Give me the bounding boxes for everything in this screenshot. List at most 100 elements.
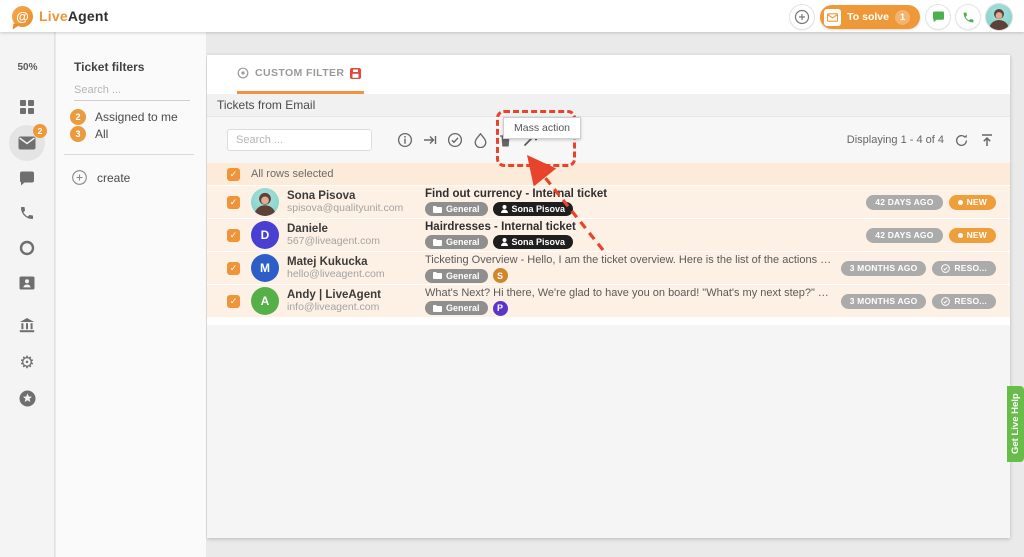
calls-button[interactable] xyxy=(956,5,980,29)
filter-settings-icon xyxy=(237,67,249,79)
row-checkbox[interactable] xyxy=(227,229,240,242)
age-badge: 42 DAYS AGO xyxy=(866,195,942,210)
panel-title: Ticket filters xyxy=(74,60,144,74)
to-solve-count: 1 xyxy=(895,10,910,25)
get-live-help-button[interactable]: Get Live Help xyxy=(1007,386,1024,462)
header-actions: To solve 1 xyxy=(790,4,1012,30)
active-tab-underline xyxy=(237,91,364,94)
to-solve-button[interactable]: To solve 1 xyxy=(820,5,920,29)
row-checkbox[interactable] xyxy=(227,295,240,308)
contact-email: hello@liveagent.com xyxy=(287,268,405,280)
dashboard-icon xyxy=(19,99,35,115)
sidebar-item-upgrade[interactable] xyxy=(9,380,45,416)
filters-search-input[interactable] xyxy=(74,80,190,101)
ticket-content: Find out currency - Internal ticket Gene… xyxy=(425,188,858,216)
contact-email: spisova@qualityunit.com xyxy=(287,202,405,214)
star-circle-icon xyxy=(19,390,36,407)
filter-count-badge: 2 xyxy=(70,109,86,125)
user-avatar[interactable] xyxy=(986,4,1012,30)
department-tag[interactable]: General xyxy=(425,235,488,249)
ticket-tags: General P xyxy=(425,301,833,316)
sidebar-item-calls[interactable] xyxy=(9,195,45,231)
status-badge: NEW xyxy=(949,228,996,243)
contact-info: Andy | LiveAgent info@liveagent.com xyxy=(287,289,405,313)
envelope-icon xyxy=(824,9,841,26)
selection-bar: All rows selected xyxy=(207,163,1010,186)
filter-item-all[interactable]: 3 All xyxy=(70,126,108,142)
resolve-icon xyxy=(447,132,463,148)
add-circle-icon xyxy=(794,9,810,25)
ticket-tags: General Sona Pisova xyxy=(425,202,858,216)
logo-text: LiveAgent xyxy=(39,8,109,24)
ticket-tags: General Sona Pisova xyxy=(425,235,858,249)
mail-icon xyxy=(18,136,36,150)
top-header: @ LiveAgent To solve 1 xyxy=(0,0,1024,32)
ticket-badges: 3 MONTHS AGO RESO... xyxy=(841,261,1010,276)
agent-avatar[interactable]: S xyxy=(493,268,508,283)
add-button[interactable] xyxy=(790,5,814,29)
sidebar-item-online-visitors[interactable] xyxy=(9,230,45,266)
select-all-checkbox[interactable] xyxy=(227,168,240,181)
ticket-row[interactable]: Sona Pisova spisova@qualityunit.com Find… xyxy=(207,186,1010,219)
agent-tag[interactable]: Sona Pisova xyxy=(493,235,574,249)
spam-button[interactable] xyxy=(471,131,489,149)
sidebar-item-tickets[interactable]: 2 xyxy=(9,125,45,161)
tab-label: CUSTOM FILTER xyxy=(255,67,344,79)
department-tag[interactable]: General xyxy=(425,269,488,283)
contact-info: Matej Kukucka hello@liveagent.com xyxy=(287,256,405,280)
liveagent-logo[interactable]: @ LiveAgent xyxy=(12,6,109,27)
ticket-row[interactable]: D Daniele 567@liveagent.com Hairdresses … xyxy=(207,219,1010,252)
sidebar-item-contacts[interactable] xyxy=(9,265,45,301)
sidebar-item-settings[interactable]: ⚙ xyxy=(9,344,45,380)
chats-button[interactable] xyxy=(926,5,950,29)
mail-badge: 2 xyxy=(33,124,47,138)
folder-icon xyxy=(433,305,442,312)
avatar-photo-icon xyxy=(986,4,1012,30)
contact-name: Sona Pisova xyxy=(287,190,405,202)
export-button[interactable] xyxy=(978,131,996,149)
sidebar-item-dashboard[interactable] xyxy=(9,89,45,125)
department-tag[interactable]: General xyxy=(425,301,488,315)
sidebar-item-knowledge-base[interactable] xyxy=(9,307,45,343)
ticket-row[interactable]: A Andy | LiveAgent info@liveagent.com Wh… xyxy=(207,285,1010,318)
contact-avatar xyxy=(251,188,279,216)
filter-item-assigned-to-me[interactable]: 2 Assigned to me xyxy=(70,109,178,125)
gear-icon: ⚙ xyxy=(19,354,34,371)
info-icon xyxy=(397,132,413,148)
ticket-preview: What's Next? Hi there, We're glad to hav… xyxy=(425,287,833,299)
department-tag[interactable]: General xyxy=(425,202,488,216)
info-button[interactable] xyxy=(396,131,414,149)
person-icon xyxy=(501,238,508,246)
refresh-button[interactable] xyxy=(952,131,970,149)
contact-email: 567@liveagent.com xyxy=(287,235,405,247)
folder-icon xyxy=(433,239,442,246)
chat-icon xyxy=(932,11,945,23)
folder-icon xyxy=(433,272,442,279)
create-label: create xyxy=(97,171,130,185)
usage-percent: 50% xyxy=(0,62,55,73)
row-checkbox[interactable] xyxy=(227,196,240,209)
create-filter-button[interactable]: create xyxy=(72,170,130,185)
agent-avatar[interactable]: P xyxy=(493,301,508,316)
toolbar-left xyxy=(207,129,539,151)
tab-custom-filter[interactable]: CUSTOM FILTER xyxy=(237,67,361,79)
filter-count-badge: 3 xyxy=(70,126,86,142)
displaying-range: Displaying 1 - 4 of 4 xyxy=(847,134,944,146)
transfer-button[interactable] xyxy=(421,131,439,149)
export-icon xyxy=(980,133,994,148)
ticket-row[interactable]: M Matej Kukucka hello@liveagent.com Tick… xyxy=(207,252,1010,285)
age-badge: 42 DAYS AGO xyxy=(866,228,942,243)
contact-email: info@liveagent.com xyxy=(287,301,405,313)
row-checkbox[interactable] xyxy=(227,262,240,275)
sidebar-item-chats[interactable] xyxy=(9,160,45,196)
contact-avatar: M xyxy=(251,254,279,282)
ticket-badges: 3 MONTHS AGO RESO... xyxy=(841,294,1010,309)
selection-label: All rows selected xyxy=(251,168,334,180)
resolve-button[interactable] xyxy=(446,131,464,149)
filter-label: All xyxy=(95,127,108,141)
ticket-search-input[interactable] xyxy=(227,129,372,151)
agent-tag[interactable]: Sona Pisova xyxy=(493,202,574,216)
ticket-badges: 42 DAYS AGO NEW xyxy=(866,228,1010,243)
empty-list-area xyxy=(207,325,1010,538)
status-badge: RESO... xyxy=(932,294,996,309)
